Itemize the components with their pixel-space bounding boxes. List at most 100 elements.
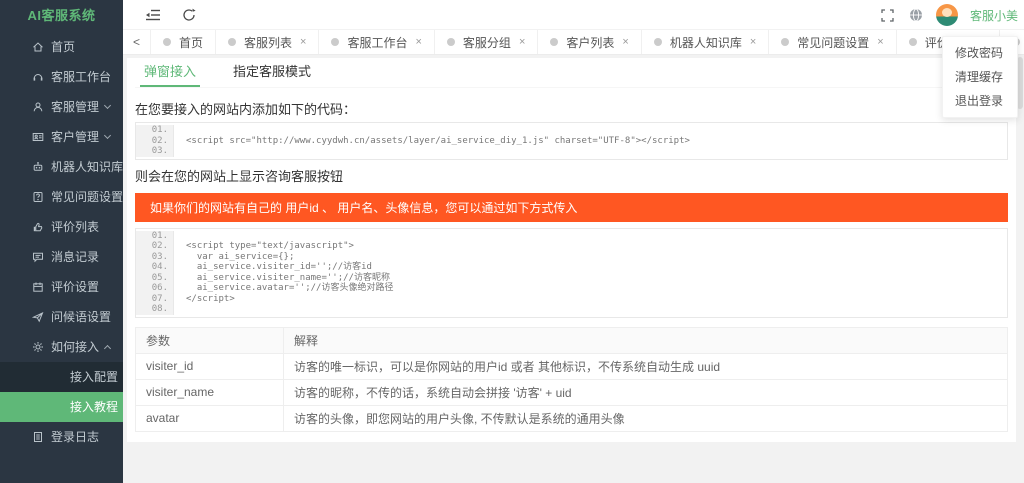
- param-table-header: 参数: [135, 326, 284, 354]
- sidebar: AI客服系统 首页 客服工作台客服管理客户管理机器人知识库 常见问题设置评价列表 消息…: [0, 0, 123, 483]
- topbar-left: [145, 0, 197, 30]
- tab-status-dot: [446, 38, 455, 46]
- code-line: 01.: [136, 230, 1007, 241]
- code-text: <script type="text/javascript">: [186, 241, 354, 251]
- sidebar-item[interactable]: 登录日志: [0, 422, 123, 452]
- dropdown-item[interactable]: 清理缓存: [943, 65, 1017, 89]
- tab-close-icon[interactable]: ×: [300, 36, 306, 48]
- sidebar-item-label: 登录日志: [51, 430, 100, 444]
- tab-label: 常见问题设置: [797, 35, 870, 50]
- tab-status-dot: [781, 38, 790, 46]
- sidebar-item-label: 客户管理: [51, 130, 100, 144]
- tab-close-icon[interactable]: ×: [622, 36, 628, 48]
- main-content: 弹窗接入 指定客服模式 在您要接入的网站内添加如下的代码： 01. 02. <scr…: [123, 55, 1024, 483]
- code-line: 06. ai_service.avatar='';//访客头像绝对路径: [136, 283, 1007, 294]
- info-banner: 如果你们的网站有自己的 用户id 、 用户名、头像信息，您可以通过如下方式传入: [135, 192, 1008, 222]
- language-globe-icon[interactable]: [908, 7, 924, 23]
- line-number: 04.: [136, 262, 174, 273]
- line-number: 02.: [136, 135, 174, 146]
- code-text: <script src="http://www.cyydwh.cn/assets…: [186, 135, 690, 146]
- tab-popup-access[interactable]: 弹窗接入: [140, 58, 201, 87]
- open-tab[interactable]: 客户列表 ×: [538, 30, 642, 54]
- dropdown-item[interactable]: 修改密码: [943, 41, 1017, 65]
- sidebar-item[interactable]: 机器人知识库: [0, 152, 123, 182]
- open-tab[interactable]: 客服分组 ×: [435, 30, 539, 54]
- open-tab[interactable]: 首页: [151, 30, 217, 54]
- open-tab[interactable]: 机器人知识库 ×: [642, 30, 770, 54]
- table-row: visiter_name 访客的昵称，不传的话，系统自动会拼接 '访客' + ui…: [135, 378, 1008, 406]
- tab-close-icon[interactable]: ×: [519, 36, 525, 48]
- workbench-icon: [32, 71, 44, 83]
- tabs-scroll-left-icon[interactable]: <: [123, 30, 151, 54]
- code-line: 03.: [136, 146, 1007, 157]
- dropdown-item[interactable]: 退出登录: [943, 89, 1017, 113]
- sidebar-item-label: 常见问题设置: [51, 190, 124, 204]
- refresh-icon[interactable]: [181, 7, 197, 23]
- code-line: 05. ai_service.visiter_name='';//访客昵称: [136, 272, 1007, 283]
- sidebar-subitem[interactable]: 接入配置: [0, 362, 123, 392]
- code-text: var ai_service={};: [186, 251, 295, 262]
- code-text: </script>: [186, 293, 235, 304]
- line-number: 05.: [136, 272, 174, 283]
- sidebar-item-label: 客服管理: [51, 100, 100, 114]
- fullscreen-icon[interactable]: [880, 7, 896, 23]
- param-table: 参数 解释 visiter_id 访客的唯一标识，可以是你网站的用户id 或者 其他…: [135, 326, 1008, 432]
- sidebar-item[interactable]: 问候语设置: [0, 302, 123, 332]
- open-tabs-bar: < 首页客服列表×客服工作台×客服分组×客户列表×机器人知识库×常见问题设置×评…: [123, 30, 1024, 55]
- tab-close-icon[interactable]: ×: [750, 36, 756, 48]
- tab-close-icon[interactable]: ×: [415, 36, 421, 48]
- connect-icon: [32, 341, 44, 353]
- sidebar-item[interactable]: 客服工作台: [0, 62, 123, 92]
- sidebar-item[interactable]: 常见问题设置: [0, 182, 123, 212]
- open-tab[interactable]: 客服列表 ×: [216, 30, 320, 54]
- tab-assigned-agent-mode[interactable]: 指定客服模式: [229, 58, 315, 87]
- table-cell: 访客的昵称，不传的话，系统自动会拼接 '访客' + uid: [283, 378, 1008, 406]
- rating-list-icon: [32, 221, 44, 233]
- table-cell: visiter_id: [135, 352, 284, 380]
- tab-status-dot: [653, 38, 662, 46]
- tab-label: 客服列表: [244, 35, 293, 50]
- param-table-header-row: 参数 解释: [135, 326, 1008, 354]
- home-icon: [32, 41, 44, 53]
- sidebar-item[interactable]: 客户管理: [0, 122, 123, 152]
- line-number: 08.: [136, 304, 174, 315]
- rating-settings-icon: [32, 281, 44, 293]
- app-title: AI客服系统: [27, 8, 96, 23]
- mode-tabs: 弹窗接入 指定客服模式: [135, 58, 1008, 88]
- sidebar-item-label: 机器人知识库: [51, 160, 124, 174]
- sidebar-item[interactable]: 首页: [0, 32, 123, 62]
- tab-label: 客服工作台: [347, 35, 408, 50]
- collapse-menu-icon[interactable]: [145, 7, 161, 23]
- sidebar-subitem-label: 接入配置: [70, 370, 119, 384]
- sidebar-menu: 首页 客服工作台客服管理客户管理机器人知识库 常见问题设置评价列表 消息记录 评价设置问…: [0, 32, 123, 452]
- open-tab[interactable]: 客服工作台 ×: [319, 30, 435, 54]
- table-row: avatar 访客的头像，即您网站的用户头像, 不传默认是系统的通用头像: [135, 404, 1008, 432]
- faq-icon: [32, 191, 44, 203]
- param-table-header: 解释: [283, 326, 1008, 354]
- username-label[interactable]: 客服小美: [970, 7, 1018, 24]
- sidebar-subitem[interactable]: 接入教程: [0, 392, 123, 422]
- sidebar-item[interactable]: 客服管理: [0, 92, 123, 122]
- tab-label: 客服分组: [462, 35, 511, 50]
- open-tabs: 首页客服列表×客服工作台×客服分组×客户列表×机器人知识库×常见问题设置×评价列…: [151, 30, 1024, 54]
- code-line: 07. </script>: [136, 293, 1007, 304]
- tab-status-dot: [228, 38, 237, 46]
- user-avatar[interactable]: [935, 4, 958, 26]
- table-cell: visiter_name: [135, 378, 284, 406]
- table-row: visiter_id 访客的唯一标识，可以是你网站的用户id 或者 其他标识，不传…: [135, 352, 1008, 380]
- code-line: 04. ai_service.visiter_id='';//访客id: [136, 262, 1007, 273]
- code-line: 08.: [136, 304, 1007, 315]
- agent-icon: [32, 101, 44, 113]
- sidebar-item[interactable]: 评价设置: [0, 272, 123, 302]
- topbar: 客服小美: [123, 0, 1024, 30]
- open-tab[interactable]: 常见问题设置 ×: [769, 30, 897, 54]
- content-card: 弹窗接入 指定客服模式 在您要接入的网站内添加如下的代码： 01. 02. <scr…: [127, 58, 1016, 442]
- sidebar-item[interactable]: 如何接入: [0, 332, 123, 362]
- code-line: 01.: [136, 125, 1007, 136]
- table-cell: 访客的头像，即您网站的用户头像, 不传默认是系统的通用头像: [283, 404, 1008, 432]
- sidebar-item[interactable]: 评价列表: [0, 212, 123, 242]
- sidebar-item[interactable]: 消息记录: [0, 242, 123, 272]
- tab-close-icon[interactable]: ×: [877, 36, 883, 48]
